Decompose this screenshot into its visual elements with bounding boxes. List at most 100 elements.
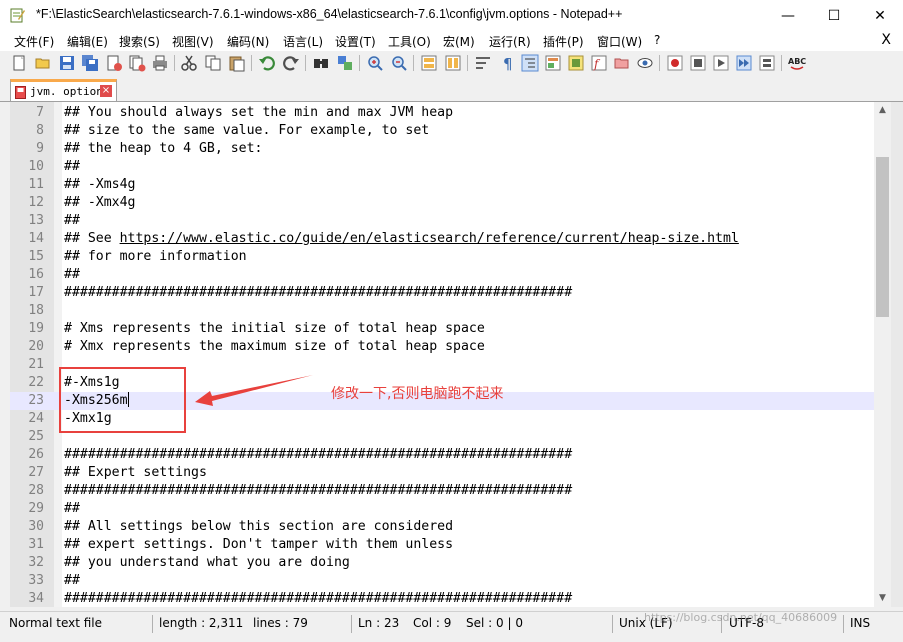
editor-line[interactable]: 12 ## -Xmx4g <box>10 194 874 212</box>
save-macro-icon[interactable] <box>758 54 776 72</box>
code-text[interactable]: ## <box>64 572 80 590</box>
editor-line[interactable]: 9 ## the heap to 4 GB, set: <box>10 140 874 158</box>
editor-line[interactable]: 34 ######################################… <box>10 590 874 607</box>
menu-macro[interactable]: 宏(M) <box>443 33 475 50</box>
editor-line[interactable]: 30 ## All settings below this section are… <box>10 518 874 536</box>
cut-icon[interactable] <box>180 54 198 72</box>
language-define-icon[interactable] <box>544 54 562 72</box>
code-text[interactable]: ## expert settings. Don't tamper with th… <box>64 536 453 554</box>
editor-line[interactable]: 14 ## See https://www.elastic.co/guide/en… <box>10 230 874 248</box>
menu-run[interactable]: 运行(R) <box>489 33 531 50</box>
tab-jvm-options[interactable]: jvm. options × <box>10 79 117 101</box>
print-icon[interactable] <box>151 54 169 72</box>
paste-icon[interactable] <box>228 54 246 72</box>
open-file-icon[interactable] <box>34 54 52 72</box>
title-bar[interactable]: *F:\ElasticSearch\elasticsearch-7.6.1-wi… <box>0 0 903 31</box>
zoom-out-icon[interactable] <box>390 54 408 72</box>
code-text[interactable]: ## size to the same value. For example, … <box>64 122 429 140</box>
editor-line[interactable]: 16 ## <box>10 266 874 284</box>
editor-line[interactable]: 19 # Xms represents the initial size of t… <box>10 320 874 338</box>
editor-line[interactable]: 8 ## size to the same value. For example,… <box>10 122 874 140</box>
close-file-icon[interactable] <box>105 54 123 72</box>
code-text[interactable]: ########################################… <box>64 590 572 607</box>
spell-check-icon[interactable]: ABC <box>788 54 806 72</box>
sync-horizontal-icon[interactable] <box>444 54 462 72</box>
play-macro-icon[interactable] <box>712 54 730 72</box>
menu-tools[interactable]: 工具(O) <box>388 33 431 50</box>
editor-line[interactable]: 10 ## <box>10 158 874 176</box>
code-text[interactable]: ## the heap to 4 GB, set: <box>64 140 263 158</box>
code-text[interactable]: ## Expert settings <box>64 464 207 482</box>
editor-line[interactable]: 17 ######################################… <box>10 284 874 302</box>
new-file-icon[interactable] <box>10 54 28 72</box>
code-text[interactable]: ## You should always set the min and max… <box>64 104 453 122</box>
code-text[interactable]: ## <box>64 158 80 176</box>
code-text[interactable]: ########################################… <box>64 482 572 500</box>
scrollbar-thumb[interactable] <box>876 157 889 317</box>
sync-vertical-icon[interactable] <box>420 54 438 72</box>
code-text[interactable]: ## -Xms4g <box>64 176 135 194</box>
code-text[interactable]: ########################################… <box>64 446 572 464</box>
editor-line[interactable]: 32 ## you understand what you are doing <box>10 554 874 572</box>
function-list-icon[interactable]: f <box>590 54 608 72</box>
code-text[interactable]: ########################################… <box>64 284 572 302</box>
indent-guide-icon[interactable] <box>521 54 539 72</box>
vertical-scrollbar[interactable]: ▲ ▼ <box>874 102 891 607</box>
save-icon[interactable] <box>58 54 76 72</box>
undo-icon[interactable] <box>258 54 276 72</box>
editor-line[interactable]: 33 ## <box>10 572 874 590</box>
menu-window[interactable]: 窗口(W) <box>597 33 642 50</box>
text-editor[interactable]: 7 ## You should always set the min and ma… <box>10 102 874 607</box>
code-text[interactable]: ## -Xmx4g <box>64 194 135 212</box>
editor-line[interactable]: 13 ## <box>10 212 874 230</box>
run-macro-multiple-icon[interactable] <box>735 54 753 72</box>
stop-macro-icon[interactable] <box>689 54 707 72</box>
menu-search[interactable]: 搜索(S) <box>119 33 160 50</box>
code-text[interactable]: # Xmx represents the maximum size of tot… <box>64 338 485 356</box>
monitoring-icon[interactable] <box>636 54 654 72</box>
zoom-in-icon[interactable] <box>366 54 384 72</box>
menu-settings[interactable]: 设置(T) <box>335 33 376 50</box>
record-macro-icon[interactable] <box>666 54 684 72</box>
maximize-button[interactable]: ☐ <box>811 0 857 31</box>
editor-line[interactable]: 27 ## Expert settings <box>10 464 874 482</box>
editor-line[interactable]: 7 ## You should always set the min and ma… <box>10 104 874 122</box>
code-text[interactable]: ## See https://www.elastic.co/guide/en/e… <box>64 230 739 248</box>
menu-edit[interactable]: 编辑(E) <box>67 33 108 50</box>
folder-workspace-icon[interactable] <box>613 54 631 72</box>
menu-plugins[interactable]: 插件(P) <box>543 33 584 50</box>
copy-icon[interactable] <box>204 54 222 72</box>
find-icon[interactable] <box>312 54 330 72</box>
editor-line[interactable]: 15 ## for more information <box>10 248 874 266</box>
menu-view[interactable]: 视图(V) <box>172 33 214 50</box>
code-text[interactable]: ## <box>64 212 80 230</box>
editor-line[interactable]: 20 # Xmx represents the maximum size of t… <box>10 338 874 356</box>
tab-close-icon[interactable]: × <box>100 85 112 97</box>
show-all-chars-icon[interactable]: ¶ <box>498 54 516 72</box>
code-text[interactable]: ## All settings below this section are c… <box>64 518 453 536</box>
code-text[interactable]: # Xms represents the initial size of tot… <box>64 320 485 338</box>
save-all-icon[interactable] <box>81 54 99 72</box>
editor-line[interactable]: 28 ######################################… <box>10 482 874 500</box>
scroll-down-arrow-icon[interactable]: ▼ <box>874 590 891 607</box>
close-all-icon[interactable] <box>128 54 146 72</box>
scroll-up-arrow-icon[interactable]: ▲ <box>874 102 891 119</box>
code-text[interactable]: ## for more information <box>64 248 247 266</box>
minimize-button[interactable]: — <box>765 0 811 31</box>
code-text[interactable]: ## you understand what you are doing <box>64 554 350 572</box>
code-text[interactable]: ## <box>64 266 80 284</box>
editor-line[interactable]: 18 <box>10 302 874 320</box>
word-wrap-icon[interactable] <box>474 54 492 72</box>
close-document-button[interactable]: X <box>881 32 891 48</box>
doc-map-icon[interactable] <box>567 54 585 72</box>
editor-line[interactable]: 29 ## <box>10 500 874 518</box>
editor-line[interactable]: 26 ######################################… <box>10 446 874 464</box>
editor-line[interactable]: 31 ## expert settings. Don't tamper with … <box>10 536 874 554</box>
menu-encoding[interactable]: 编码(N) <box>227 33 269 50</box>
code-text[interactable]: ## <box>64 500 80 518</box>
replace-icon[interactable] <box>336 54 354 72</box>
menu-file[interactable]: 文件(F) <box>14 33 54 50</box>
menu-language[interactable]: 语言(L) <box>283 33 323 50</box>
editor-line[interactable]: 11 ## -Xms4g <box>10 176 874 194</box>
code-url-link[interactable]: https://www.elastic.co/guide/en/elastics… <box>120 231 739 246</box>
